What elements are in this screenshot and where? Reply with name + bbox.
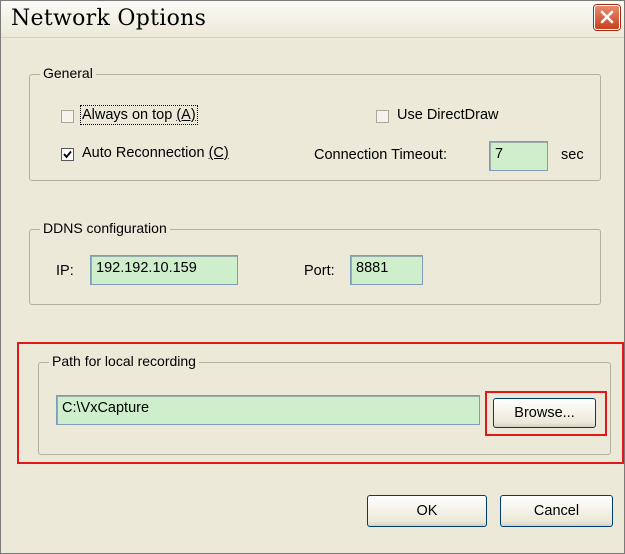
auto-reconnection-checkbox[interactable]: [61, 148, 74, 161]
auto-reconnection-label[interactable]: Auto Reconnection (C): [82, 145, 229, 161]
timeout-unit-label: sec: [561, 147, 584, 163]
title-bar[interactable]: Network Options: [1, 1, 624, 38]
ddns-group-label: DDNS configuration: [40, 220, 170, 236]
ip-input[interactable]: 192.192.10.159: [90, 255, 238, 285]
recording-path-input[interactable]: C:\VxCapture: [56, 395, 480, 425]
port-label: Port:: [304, 263, 335, 279]
always-on-top-label[interactable]: Always on top (A): [80, 105, 198, 125]
network-options-dialog: Network Options General Always on top (A…: [0, 0, 625, 554]
general-group-label: General: [40, 65, 96, 81]
connection-timeout-input[interactable]: 7: [489, 141, 548, 171]
recording-group-label: Path for local recording: [49, 353, 199, 369]
browse-button[interactable]: Browse...: [493, 398, 596, 428]
window-title: Network Options: [11, 6, 207, 31]
connection-timeout-label: Connection Timeout:: [314, 147, 447, 163]
close-icon[interactable]: [594, 5, 620, 30]
cancel-button[interactable]: Cancel: [500, 495, 613, 527]
checkmark-icon: [63, 150, 72, 159]
ip-label: IP:: [56, 263, 74, 279]
ok-button[interactable]: OK: [367, 495, 487, 527]
use-directdraw-checkbox[interactable]: [376, 110, 389, 123]
port-input[interactable]: 8881: [350, 255, 423, 285]
use-directdraw-label[interactable]: Use DirectDraw: [397, 107, 499, 123]
always-on-top-checkbox[interactable]: [61, 110, 74, 123]
